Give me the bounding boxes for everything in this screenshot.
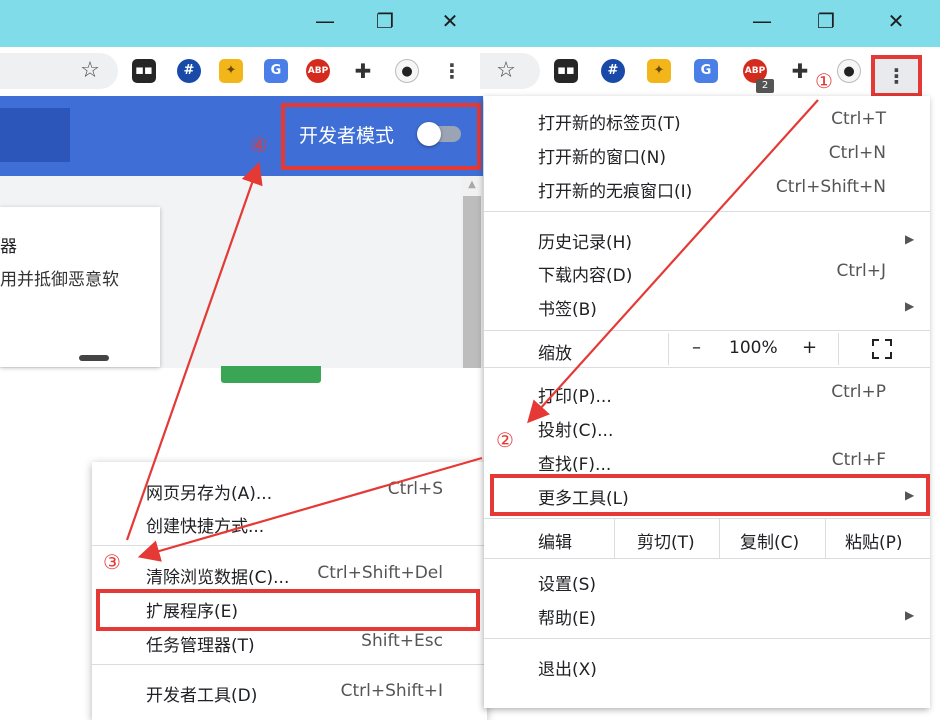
step-1-marker: ① xyxy=(815,69,833,93)
scroll-thumb[interactable] xyxy=(463,196,481,368)
shortcut-new-incognito: Ctrl+Shift+N xyxy=(775,177,886,197)
menu-item-new-incognito[interactable]: 打开新的无痕窗口(I) xyxy=(538,177,692,202)
restore-button[interactable]: ❐ xyxy=(365,6,405,36)
menu-divider xyxy=(484,211,930,212)
screenshot-root: — ❐ ✕ — ❐ ✕ ☆ ▪▪ # ✦ G ABP ✚ ● ⋮ ☆ ▪▪ # … xyxy=(0,0,940,720)
fox-icon[interactable]: ✦ xyxy=(219,59,243,83)
menu-item-dev-tools[interactable]: 开发者工具(D) xyxy=(146,681,257,706)
star-icon[interactable]: ☆ xyxy=(78,59,102,83)
minimize-button[interactable]: — xyxy=(305,6,345,36)
menu-divider xyxy=(484,558,930,559)
translate-icon[interactable]: G xyxy=(264,59,288,83)
shortcut-new-window: Ctrl+N xyxy=(828,143,886,163)
menu-item-settings[interactable]: 设置(S) xyxy=(538,570,596,595)
extension-card-description: 用并抵御恶意软 xyxy=(0,270,119,290)
menu-item-find[interactable]: 查找(F)... xyxy=(538,450,611,475)
scroll-up-arrow-icon[interactable]: ▲ xyxy=(465,180,479,190)
translate-icon[interactable]: G xyxy=(694,59,718,83)
more-tools-highlight xyxy=(490,474,930,516)
chrome-menu-button[interactable]: ⋮ xyxy=(871,55,922,97)
edit-divider xyxy=(719,518,720,558)
menu-divider xyxy=(484,367,930,368)
zoom-in-button[interactable]: + xyxy=(802,337,817,358)
restore-button[interactable]: ❐ xyxy=(806,6,846,36)
shortcut-task-manager: Shift+Esc xyxy=(361,631,443,651)
step-3-marker: ③ xyxy=(103,550,121,574)
menu-item-clear-data[interactable]: 清除浏览数据(C)... xyxy=(146,563,289,588)
paste-button[interactable]: 粘贴(P) xyxy=(845,528,903,553)
close-button[interactable]: ✕ xyxy=(876,6,916,36)
menu-item-bookmarks[interactable]: 书签(B) xyxy=(538,295,597,320)
zoom-level: 100% xyxy=(729,338,778,358)
star-icon[interactable]: ☆ xyxy=(494,59,518,83)
menu-item-zoom: 缩放 xyxy=(538,344,572,364)
menu-divider xyxy=(484,638,930,639)
minimize-button[interactable]: — xyxy=(742,6,782,36)
extension-dark-icon[interactable]: ▪▪ xyxy=(554,59,578,83)
right-titlebar: — ❐ ✕ xyxy=(480,0,940,47)
shortcut-print: Ctrl+P xyxy=(831,382,886,402)
hash-icon[interactable]: # xyxy=(177,59,201,83)
puzzle-icon[interactable]: ✚ xyxy=(351,59,375,83)
edit-divider xyxy=(825,518,826,558)
shortcut-clear-data: Ctrl+Shift+Del xyxy=(317,563,443,583)
dev-mode-toggle-knob[interactable] xyxy=(417,122,441,146)
copy-button[interactable]: 复制(C) xyxy=(740,528,799,553)
menu-item-new-tab[interactable]: 打开新的标签页(T) xyxy=(538,109,681,134)
panda-avatar-icon[interactable]: ● xyxy=(395,59,419,83)
cut-button[interactable]: 剪切(T) xyxy=(637,528,695,553)
left-toolbar: ☆ ▪▪ # ✦ G ABP ✚ ● ⋮ xyxy=(0,47,480,96)
step-4-marker: ④ xyxy=(250,133,268,157)
panda-avatar-icon[interactable]: ● xyxy=(837,59,861,83)
menu-item-exit[interactable]: 退出(X) xyxy=(538,655,597,680)
menu-divider xyxy=(92,664,487,665)
partial-content xyxy=(75,355,115,367)
step-2-marker: ② xyxy=(496,428,514,452)
submenu-arrow-icon: ▶ xyxy=(905,299,915,313)
menu-item-save-page[interactable]: 网页另存为(A)... xyxy=(146,479,272,504)
adblock-count-badge: 2 xyxy=(756,79,774,93)
menu-item-new-window[interactable]: 打开新的窗口(N) xyxy=(538,143,666,168)
submenu-arrow-icon: ▶ xyxy=(905,232,915,246)
zoom-out-button[interactable]: – xyxy=(692,337,701,358)
hash-icon[interactable]: # xyxy=(601,59,625,83)
menu-item-help[interactable]: 帮助(E) xyxy=(538,604,596,629)
extension-dark-icon[interactable]: ▪▪ xyxy=(132,59,156,83)
fullscreen-icon[interactable] xyxy=(872,339,892,359)
close-button[interactable]: ✕ xyxy=(430,6,470,36)
menu-item-edit: 编辑 xyxy=(538,533,572,553)
menu-item-cast[interactable]: 投射(C)... xyxy=(538,416,613,441)
left-titlebar: — ❐ ✕ xyxy=(0,0,480,47)
edit-divider xyxy=(614,518,615,558)
shortcut-downloads: Ctrl+J xyxy=(836,261,886,281)
extensions-highlight xyxy=(96,589,480,631)
shortcut-save-page: Ctrl+S xyxy=(387,479,443,499)
zoom-divider xyxy=(838,333,839,365)
menu-item-downloads[interactable]: 下载内容(D) xyxy=(538,261,632,286)
shortcut-dev-tools: Ctrl+Shift+I xyxy=(340,681,443,701)
menu-item-history[interactable]: 历史记录(H) xyxy=(538,228,632,253)
menu-divider xyxy=(92,545,487,546)
shortcut-find: Ctrl+F xyxy=(831,450,886,470)
kebab-menu-icon[interactable]: ⋮ xyxy=(440,59,464,83)
menu-divider xyxy=(484,330,930,331)
dev-mode-label: 开发者模式 xyxy=(299,125,395,147)
menu-divider xyxy=(484,518,930,519)
adblock-icon[interactable]: ABP xyxy=(306,59,330,83)
shortcut-new-tab: Ctrl+T xyxy=(831,109,886,129)
fox-icon[interactable]: ✦ xyxy=(647,59,671,83)
menu-item-print[interactable]: 打印(P)... xyxy=(538,382,612,407)
partial-tag xyxy=(221,366,321,383)
kebab-menu-icon: ⋮ xyxy=(886,64,907,88)
extension-card-title: 器 xyxy=(0,237,17,257)
menu-item-task-manager[interactable]: 任务管理器(T) xyxy=(146,631,255,656)
submenu-arrow-icon: ▶ xyxy=(905,608,915,622)
menu-item-create-shortcut[interactable]: 创建快捷方式... xyxy=(146,512,264,537)
extensions-search-box[interactable] xyxy=(0,108,70,162)
puzzle-icon[interactable]: ✚ xyxy=(788,59,812,83)
